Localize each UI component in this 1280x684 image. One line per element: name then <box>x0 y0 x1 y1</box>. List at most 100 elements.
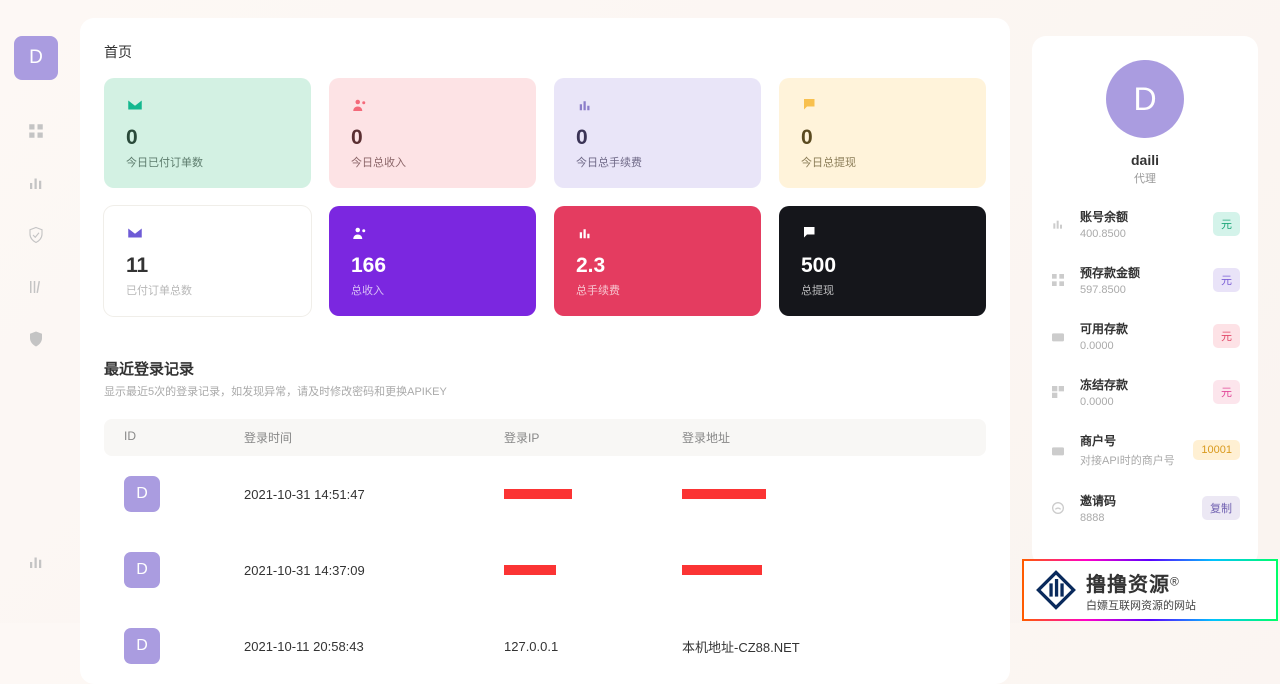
stat-label: 今日总收入 <box>351 154 514 170</box>
cell-time: 2021-10-11 20:58:43 <box>244 639 504 654</box>
stat-label: 今日已付订单数 <box>126 154 289 170</box>
info-title: 邀请码 <box>1080 492 1202 509</box>
card-total-income: 166 总收入 <box>329 206 536 316</box>
info-value: 597.8500 <box>1080 284 1213 296</box>
chat-icon <box>801 96 819 114</box>
sidebar: D <box>0 0 72 623</box>
profile-role: 代理 <box>1050 170 1240 186</box>
card-today-income: 0 今日总收入 <box>329 78 536 188</box>
security-icon[interactable] <box>25 328 47 350</box>
stat-label: 总手续费 <box>576 282 739 298</box>
table-row[interactable]: D 2021-10-11 20:58:43127.0.0.1 本机地址-CZ88.N… <box>104 608 986 684</box>
info-row: 邀请码8888复制 <box>1050 492 1240 524</box>
info-value: 0.0000 <box>1080 340 1213 352</box>
info-value: 对接API时的商户号 <box>1080 452 1193 468</box>
redacted-addr <box>682 489 766 499</box>
card-today-withdraw: 0 今日总提现 <box>779 78 986 188</box>
watermark-logo-icon <box>1034 568 1078 612</box>
main-panel: 首页 0 今日已付订单数 0 今日总收入 0 今日总手续费 0 今日总提现 11… <box>80 18 1010 684</box>
info-value: 400.8500 <box>1080 228 1213 240</box>
info-badge: 元 <box>1213 212 1240 236</box>
card-today-orders: 0 今日已付订单数 <box>104 78 311 188</box>
info-row: 可用存款 0.0000元 <box>1050 320 1240 352</box>
section-title: 最近登录记录 <box>104 358 986 379</box>
people-icon <box>351 224 369 242</box>
info-row: 商户号对接API时的商户号10001 <box>1050 432 1240 468</box>
info-row: 预存款金额 597.8500元 <box>1050 264 1240 296</box>
stat-value: 2.3 <box>576 254 739 278</box>
bars-icon <box>576 96 594 114</box>
profile-avatar: D <box>1106 60 1184 138</box>
table-header: ID 登录时间 登录IP 登录地址 <box>104 419 986 456</box>
redacted-ip <box>504 489 572 499</box>
th-ip: 登录IP <box>504 429 682 446</box>
watermark-registered: ® <box>1170 574 1179 588</box>
people-icon <box>351 96 369 114</box>
info-row: 账号余额 400.8500元 <box>1050 208 1240 240</box>
card-total-withdraw: 500 总提现 <box>779 206 986 316</box>
stat-value: 11 <box>126 254 289 278</box>
row-avatar: D <box>124 628 160 664</box>
library-icon[interactable] <box>25 276 47 298</box>
stats-row-bottom: 11 已付订单总数 166 总收入 2.3 总手续费 500 总提现 <box>80 206 1010 334</box>
stat-value: 500 <box>801 254 964 278</box>
cell-time: 2021-10-31 14:37:09 <box>244 563 504 578</box>
mail-icon <box>126 224 144 242</box>
logo-badge[interactable]: D <box>14 36 58 80</box>
analytics-icon[interactable] <box>25 172 47 194</box>
info-title: 账号余额 <box>1080 208 1213 225</box>
th-addr: 登录地址 <box>682 429 966 446</box>
info-title: 可用存款 <box>1080 320 1213 337</box>
profile-panel: D daili 代理 账号余额400.8500元预存款金额597.8500元可用… <box>1032 36 1258 566</box>
th-time: 登录时间 <box>244 429 504 446</box>
card-total-orders: 11 已付订单总数 <box>104 206 311 316</box>
cell-addr: 本机地址-CZ88.NET <box>682 640 800 655</box>
bars-icon <box>576 224 594 242</box>
stat-value: 0 <box>351 126 514 150</box>
info-value: 0.0000 <box>1080 396 1213 408</box>
info-badge[interactable]: 复制 <box>1202 496 1240 520</box>
bars-icon <box>1050 216 1066 232</box>
info-badge: 元 <box>1213 324 1240 348</box>
cell-ip: 127.0.0.1 <box>504 639 558 654</box>
stat-label: 今日总手续费 <box>576 154 739 170</box>
globe-icon <box>1050 500 1066 516</box>
watermark-tagline: 白嫖互联网资源的网站 <box>1086 597 1196 613</box>
chat-icon <box>801 224 819 242</box>
stat-value: 0 <box>126 126 289 150</box>
info-badge: 元 <box>1213 380 1240 404</box>
mail-icon <box>126 96 144 114</box>
stats-bottom-icon[interactable] <box>25 551 47 573</box>
cell-time: 2021-10-31 14:51:47 <box>244 487 504 502</box>
th-id: ID <box>124 429 244 446</box>
redacted-ip <box>504 565 556 575</box>
info-badge: 10001 <box>1193 440 1240 460</box>
watermark-brand: 撸撸资源 <box>1086 574 1170 596</box>
info-title: 冻结存款 <box>1080 376 1213 393</box>
info-title: 预存款金额 <box>1080 264 1213 281</box>
section-subtitle: 显示最近5次的登录记录，如发现异常，请及时修改密码和更换APIKEY <box>104 383 986 399</box>
row-avatar: D <box>124 552 160 588</box>
shield-check-icon[interactable] <box>25 224 47 246</box>
wallet-icon <box>1050 442 1066 458</box>
stat-label: 今日总提现 <box>801 154 964 170</box>
login-history-section: 最近登录记录 显示最近5次的登录记录，如发现异常，请及时修改密码和更换APIKE… <box>80 334 1010 684</box>
watermark: 撸撸资源® 白嫖互联网资源的网站 <box>1022 559 1278 621</box>
stat-value: 0 <box>801 126 964 150</box>
stats-row-top: 0 今日已付订单数 0 今日总收入 0 今日总手续费 0 今日总提现 <box>80 78 1010 206</box>
table-row[interactable]: D 2021-10-31 14:51:47 <box>104 456 986 532</box>
blocks-icon <box>1050 384 1066 400</box>
info-row: 冻结存款 0.0000元 <box>1050 376 1240 408</box>
info-title: 商户号 <box>1080 432 1193 449</box>
stat-label: 总收入 <box>351 282 514 298</box>
card-today-fee: 0 今日总手续费 <box>554 78 761 188</box>
dashboard-icon[interactable] <box>25 120 47 142</box>
table-row[interactable]: D 2021-10-31 14:37:09 <box>104 532 986 608</box>
info-badge: 元 <box>1213 268 1240 292</box>
redacted-addr <box>682 565 762 575</box>
row-avatar: D <box>124 476 160 512</box>
page-title: 首页 <box>80 42 1010 62</box>
profile-name: daili <box>1050 152 1240 168</box>
stat-label: 总提现 <box>801 282 964 298</box>
stat-value: 0 <box>576 126 739 150</box>
